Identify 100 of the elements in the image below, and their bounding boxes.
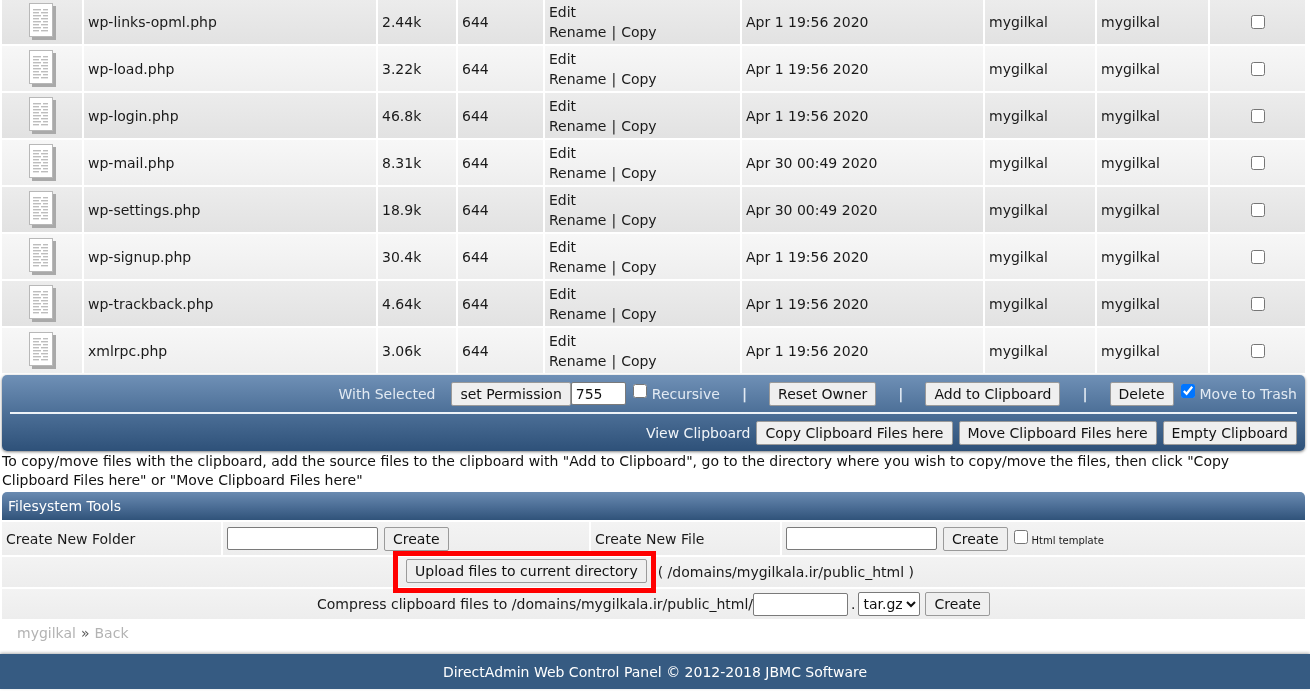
- copy-link[interactable]: Copy: [621, 23, 657, 40]
- file-name-field[interactable]: [786, 527, 937, 550]
- copy-link[interactable]: Copy: [621, 70, 657, 87]
- create-button[interactable]: Create: [925, 592, 990, 616]
- copy-link[interactable]: Copy: [621, 117, 657, 134]
- edit-link[interactable]: Edit: [549, 142, 577, 163]
- file-size: 3.06k: [382, 342, 422, 359]
- file-group: mygilkal: [1101, 295, 1160, 312]
- help-text: To copy/move files with the clipboard, add the source files to the clipboard with "Add to Clipboard", go to the directory where you wish to copy/move the files, then click "Copy Clipboard Files here" or "Move Clipboard Files here": [2, 452, 1231, 490]
- edit-link[interactable]: Edit: [549, 48, 577, 69]
- file-group: mygilkal: [1101, 60, 1160, 77]
- file-icon: [28, 97, 56, 134]
- file-name-link[interactable]: wp-signup.php: [88, 248, 192, 265]
- rename-link[interactable]: Rename: [549, 117, 607, 134]
- directory-path: ( /domains/mygilkala.ir/public_html ): [657, 564, 914, 580]
- modified-date: Apr 1 19:56 2020: [746, 342, 869, 359]
- action-button[interactable]: Copy Clipboard Files here: [756, 420, 953, 445]
- footer-text: DirectAdmin Web Control Panel © 2012-2018 JBMC Software: [442, 663, 868, 680]
- file-name-link[interactable]: xmlrpc.php: [88, 342, 168, 359]
- rename-link[interactable]: Rename: [549, 258, 607, 275]
- select-checkbox[interactable]: [1250, 61, 1265, 76]
- archive-name-field[interactable]: [753, 592, 848, 616]
- checkbox-label: Html template: [1031, 535, 1104, 546]
- modified-date: Apr 30 00:49 2020: [746, 154, 878, 171]
- checkbox[interactable]: [1013, 530, 1028, 544]
- link-separator: |: [610, 70, 618, 87]
- modified-date: Apr 1 19:56 2020: [746, 295, 869, 312]
- action-button[interactable]: Empty Clipboard: [1162, 420, 1297, 445]
- file-owner: mygilkal: [989, 295, 1048, 312]
- file-name-link[interactable]: wp-settings.php: [88, 201, 201, 218]
- file-size: 2.44k: [382, 13, 422, 30]
- file-icon: [28, 191, 56, 228]
- action-button[interactable]: Reset Owner: [769, 381, 877, 406]
- file-owner: mygilkal: [989, 13, 1048, 30]
- edit-link[interactable]: Edit: [549, 236, 577, 257]
- view-clipboard-link[interactable]: View Clipboard: [645, 424, 751, 441]
- select-checkbox[interactable]: [1250, 202, 1265, 217]
- edit-link[interactable]: Edit: [549, 1, 577, 22]
- upload-button[interactable]: Upload files to current directory: [406, 559, 647, 583]
- select-checkbox[interactable]: [1250, 296, 1265, 311]
- rename-link[interactable]: Rename: [549, 352, 607, 369]
- copy-link[interactable]: Copy: [621, 352, 657, 369]
- file-icon: [28, 50, 56, 87]
- checkbox[interactable]: [1180, 384, 1195, 398]
- file-permissions: 644: [462, 248, 489, 265]
- link-separator: |: [610, 305, 618, 322]
- file-size: 3.22k: [382, 60, 422, 77]
- rename-link[interactable]: Rename: [549, 164, 607, 181]
- action-button[interactable]: Delete: [1109, 381, 1174, 406]
- file-group: mygilkal: [1101, 342, 1160, 359]
- file-permissions: 644: [462, 107, 489, 124]
- file-owner: mygilkal: [989, 248, 1048, 265]
- copy-link[interactable]: Copy: [621, 164, 657, 181]
- select-checkbox[interactable]: [1250, 249, 1265, 264]
- file-icon: [28, 238, 56, 275]
- folder-name-field[interactable]: [227, 527, 378, 550]
- modified-date: Apr 1 19:56 2020: [746, 248, 869, 265]
- select-checkbox[interactable]: [1250, 343, 1265, 358]
- checkbox[interactable]: [632, 384, 647, 398]
- select-checkbox[interactable]: [1250, 14, 1265, 29]
- permission-field[interactable]: 755: [570, 382, 626, 405]
- select-checkbox[interactable]: [1250, 108, 1265, 123]
- file-icon: [28, 332, 56, 369]
- file-name-link[interactable]: wp-links-opml.php: [88, 13, 217, 30]
- action-button[interactable]: set Permission: [451, 381, 571, 406]
- create-button[interactable]: Create: [384, 526, 449, 551]
- toolbar-separator: |: [1081, 385, 1089, 402]
- modified-date: Apr 1 19:56 2020: [746, 107, 869, 124]
- link-separator: |: [610, 164, 618, 181]
- field-label: Create New Folder: [6, 530, 136, 547]
- copy-link[interactable]: Copy: [621, 258, 657, 275]
- rename-link[interactable]: Rename: [549, 23, 607, 40]
- action-button[interactable]: Move Clipboard Files here: [958, 420, 1157, 445]
- copy-link[interactable]: Copy: [621, 305, 657, 322]
- copy-link[interactable]: Copy: [621, 211, 657, 228]
- toolbar-label: With Selected: [338, 385, 436, 402]
- edit-link[interactable]: Edit: [549, 95, 577, 116]
- file-permissions: 644: [462, 201, 489, 218]
- file-name-link[interactable]: wp-login.php: [88, 107, 179, 124]
- file-name-link[interactable]: wp-trackback.php: [88, 295, 214, 312]
- file-name-link[interactable]: wp-mail.php: [88, 154, 175, 171]
- edit-link[interactable]: Edit: [549, 283, 577, 304]
- action-button[interactable]: Add to Clipboard: [925, 381, 1061, 406]
- rename-link[interactable]: Rename: [549, 211, 607, 228]
- link-separator: |: [610, 117, 618, 134]
- format-select[interactable]: tar.gz: [858, 592, 921, 616]
- file-owner: mygilkal: [989, 60, 1048, 77]
- file-name-link[interactable]: wp-load.php: [88, 60, 175, 77]
- file-size: 4.64k: [382, 295, 422, 312]
- edit-link[interactable]: Edit: [549, 330, 577, 351]
- file-size: 8.31k: [382, 154, 422, 171]
- edit-link[interactable]: Edit: [549, 189, 577, 210]
- link-separator: |: [610, 258, 618, 275]
- file-permissions: 644: [462, 295, 489, 312]
- rename-link[interactable]: Rename: [549, 305, 607, 322]
- file-size: 18.9k: [382, 201, 422, 218]
- rename-link[interactable]: Rename: [549, 70, 607, 87]
- select-checkbox[interactable]: [1250, 155, 1265, 170]
- create-button[interactable]: Create: [943, 526, 1008, 551]
- toolbar-separator: |: [740, 385, 749, 402]
